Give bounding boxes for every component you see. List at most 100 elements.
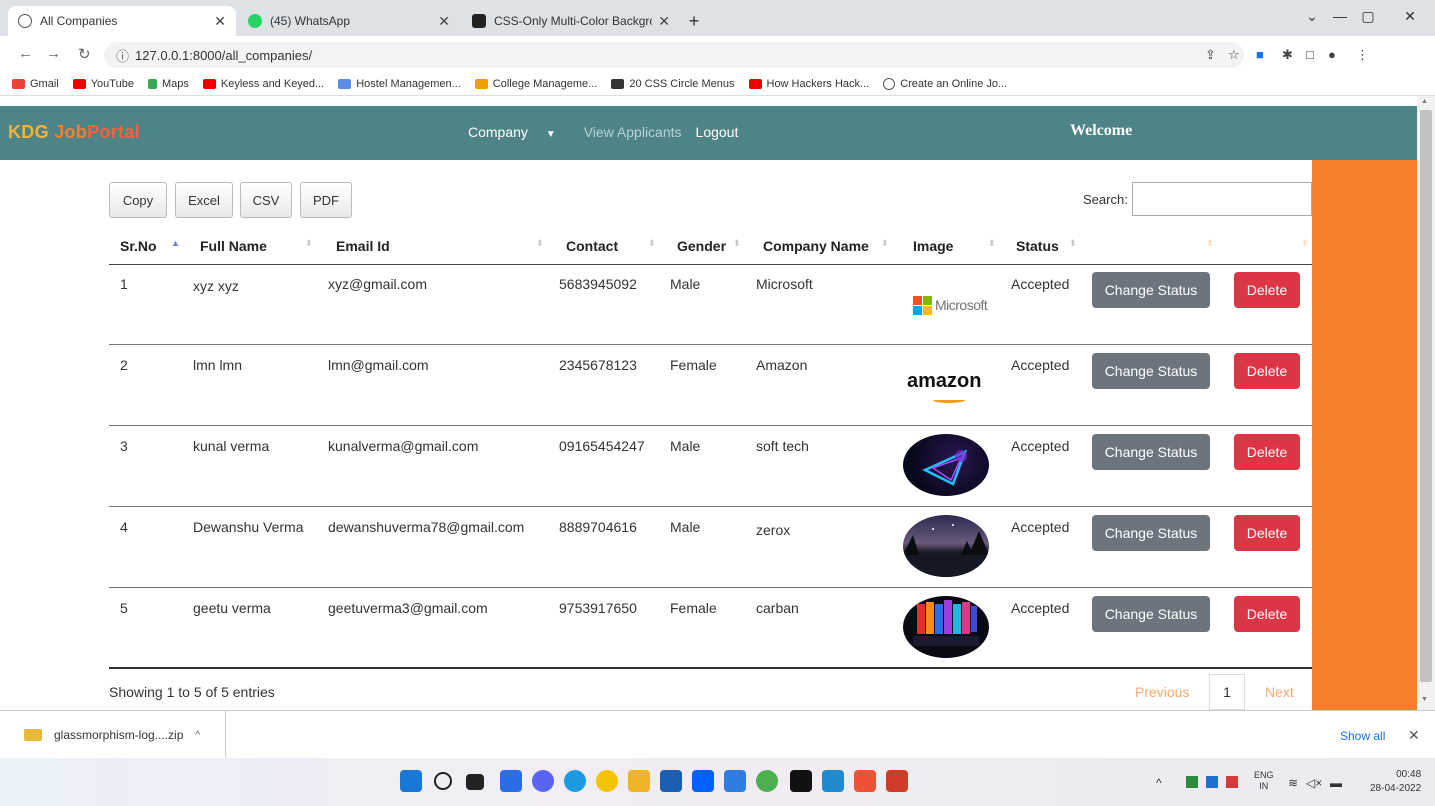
- header-contact[interactable]: Contact: [566, 238, 618, 254]
- header-company-name[interactable]: Company Name: [763, 238, 869, 254]
- tray-app-icon[interactable]: [1206, 776, 1218, 788]
- tray-app-icon[interactable]: [1186, 776, 1198, 788]
- cell-email: kunalverma@gmail.com: [328, 438, 479, 454]
- volume-icon[interactable]: ◁×: [1306, 776, 1322, 790]
- widgets-icon[interactable]: [500, 770, 522, 792]
- header-gender[interactable]: Gender: [677, 238, 726, 254]
- bookmark-youtube[interactable]: YouTube: [72, 78, 134, 90]
- app-icon[interactable]: [724, 770, 746, 792]
- store-icon[interactable]: [660, 770, 682, 792]
- view-applicants-link[interactable]: View Applicants: [584, 124, 682, 140]
- header-srno[interactable]: Sr.No: [120, 238, 157, 254]
- vscode-icon[interactable]: [822, 770, 844, 792]
- xampp-icon[interactable]: [854, 770, 876, 792]
- system-clock[interactable]: 00:48 28-04-2022: [1370, 768, 1421, 796]
- sidepanel-icon[interactable]: □: [1306, 47, 1314, 62]
- bookmark-hostel[interactable]: Hostel Managemen...: [338, 78, 461, 90]
- scrollbar-thumb[interactable]: [1420, 110, 1432, 682]
- search-input[interactable]: [1132, 182, 1312, 216]
- header-image[interactable]: Image: [913, 238, 953, 254]
- scroll-up-icon[interactable]: ▲: [1421, 98, 1428, 105]
- delete-button[interactable]: Delete: [1234, 515, 1300, 551]
- page-viewport: KDG JobPortal Company ▼ View Applicants …: [0, 106, 1417, 710]
- close-icon[interactable]: ✕: [438, 13, 450, 30]
- star-icon[interactable]: ☆: [1228, 47, 1240, 63]
- close-icon[interactable]: ✕: [214, 13, 226, 30]
- bookmark-maps[interactable]: Maps: [147, 78, 189, 90]
- cell-name: Dewanshu Verma: [193, 519, 304, 535]
- change-status-button[interactable]: Change Status: [1092, 353, 1210, 389]
- minimize-button[interactable]: —: [1325, 8, 1355, 24]
- share-icon[interactable]: ⇪: [1205, 47, 1216, 63]
- header-delete[interactable]: Delete: [1241, 238, 1283, 254]
- bookmark-college[interactable]: College Manageme...: [474, 78, 597, 90]
- bookmark-gmail[interactable]: Gmail: [12, 78, 59, 90]
- header-change-status[interactable]: Change Status: [1100, 238, 1198, 254]
- tab-all-companies[interactable]: All Companies ✕: [8, 6, 236, 36]
- chrome-icon[interactable]: [596, 770, 618, 792]
- change-status-button[interactable]: Change Status: [1092, 596, 1210, 632]
- bookmark-hackers[interactable]: How Hackers Hack...: [748, 78, 869, 90]
- language-indicator[interactable]: ENG IN: [1254, 770, 1274, 792]
- brand-logo[interactable]: KDG JobPortal: [8, 122, 140, 143]
- battery-icon[interactable]: ▬: [1330, 776, 1342, 790]
- delete-button[interactable]: Delete: [1234, 353, 1300, 389]
- tab-css-multicolor[interactable]: CSS-Only Multi-Color Backgroun ✕: [462, 6, 680, 36]
- new-tab-button[interactable]: +: [683, 10, 705, 32]
- windows-start-icon[interactable]: [400, 770, 422, 792]
- task-view-icon[interactable]: [466, 774, 484, 790]
- url-input[interactable]: ⓘ 127.0.0.1:8000/all_companies/: [104, 42, 1244, 68]
- chevron-up-icon[interactable]: ^: [195, 730, 200, 741]
- profile-icon[interactable]: ●: [1328, 47, 1336, 62]
- delete-button[interactable]: Delete: [1234, 596, 1300, 632]
- bookmark-css-circle[interactable]: 20 CSS Circle Menus: [611, 78, 735, 90]
- file-explorer-icon[interactable]: [628, 770, 650, 792]
- close-icon[interactable]: ✕: [1408, 727, 1420, 744]
- header-status[interactable]: Status: [1016, 238, 1059, 254]
- wifi-icon[interactable]: ≋: [1288, 776, 1298, 790]
- window-close-button[interactable]: ✕: [1395, 8, 1425, 25]
- bookmark-keyless[interactable]: Keyless and Keyed...: [202, 78, 324, 90]
- dropbox-icon[interactable]: [692, 770, 714, 792]
- terminal-icon[interactable]: [790, 770, 812, 792]
- excel-button[interactable]: Excel: [175, 182, 233, 218]
- maximize-button[interactable]: ▢: [1353, 8, 1383, 25]
- back-icon[interactable]: ←: [18, 45, 33, 62]
- csv-button[interactable]: CSV: [240, 182, 292, 218]
- change-status-button[interactable]: Change Status: [1092, 434, 1210, 470]
- show-all-button[interactable]: Show all: [1340, 729, 1385, 743]
- sublime-icon[interactable]: [886, 770, 908, 792]
- tray-chevron-icon[interactable]: ^: [1156, 776, 1162, 790]
- extension-icon[interactable]: ■: [1256, 47, 1264, 62]
- page-scrollbar[interactable]: ▲ ▼: [1417, 96, 1435, 710]
- download-item[interactable]: glassmorphism-log....zip ^: [10, 711, 226, 759]
- puzzle-icon[interactable]: ✱: [1282, 47, 1293, 63]
- scroll-down-icon[interactable]: ▼: [1421, 696, 1428, 703]
- bookmark-online-job[interactable]: Create an Online Jo...: [883, 77, 1007, 90]
- info-icon[interactable]: ⓘ: [116, 46, 129, 65]
- change-status-button[interactable]: Change Status: [1092, 515, 1210, 551]
- menu-icon[interactable]: ⋮: [1356, 47, 1369, 63]
- close-icon[interactable]: ✕: [658, 13, 670, 30]
- header-email[interactable]: Email Id: [336, 238, 390, 254]
- forward-icon[interactable]: →: [46, 45, 61, 62]
- tab-whatsapp[interactable]: (45) WhatsApp ✕: [238, 6, 460, 36]
- header-full-name[interactable]: Full Name: [200, 238, 267, 254]
- pagination-page-1[interactable]: 1: [1209, 674, 1245, 710]
- logout-link[interactable]: Logout: [696, 124, 739, 140]
- tray-app-icon[interactable]: [1226, 776, 1238, 788]
- edge-icon[interactable]: [564, 770, 586, 792]
- change-status-button[interactable]: Change Status: [1092, 272, 1210, 308]
- copy-button[interactable]: Copy: [109, 182, 167, 218]
- chat-icon[interactable]: [532, 770, 554, 792]
- chevron-down-icon[interactable]: ⌄: [1297, 8, 1327, 25]
- pdf-button[interactable]: PDF: [300, 182, 352, 218]
- pagination-next[interactable]: Next: [1265, 684, 1294, 700]
- search-icon[interactable]: [434, 772, 452, 790]
- reload-icon[interactable]: ↻: [78, 45, 91, 63]
- pagination-previous[interactable]: Previous: [1135, 684, 1189, 700]
- chrome-active-icon[interactable]: [756, 770, 778, 792]
- company-dropdown[interactable]: Company ▼: [468, 124, 570, 140]
- delete-button[interactable]: Delete: [1234, 272, 1300, 308]
- delete-button[interactable]: Delete: [1234, 434, 1300, 470]
